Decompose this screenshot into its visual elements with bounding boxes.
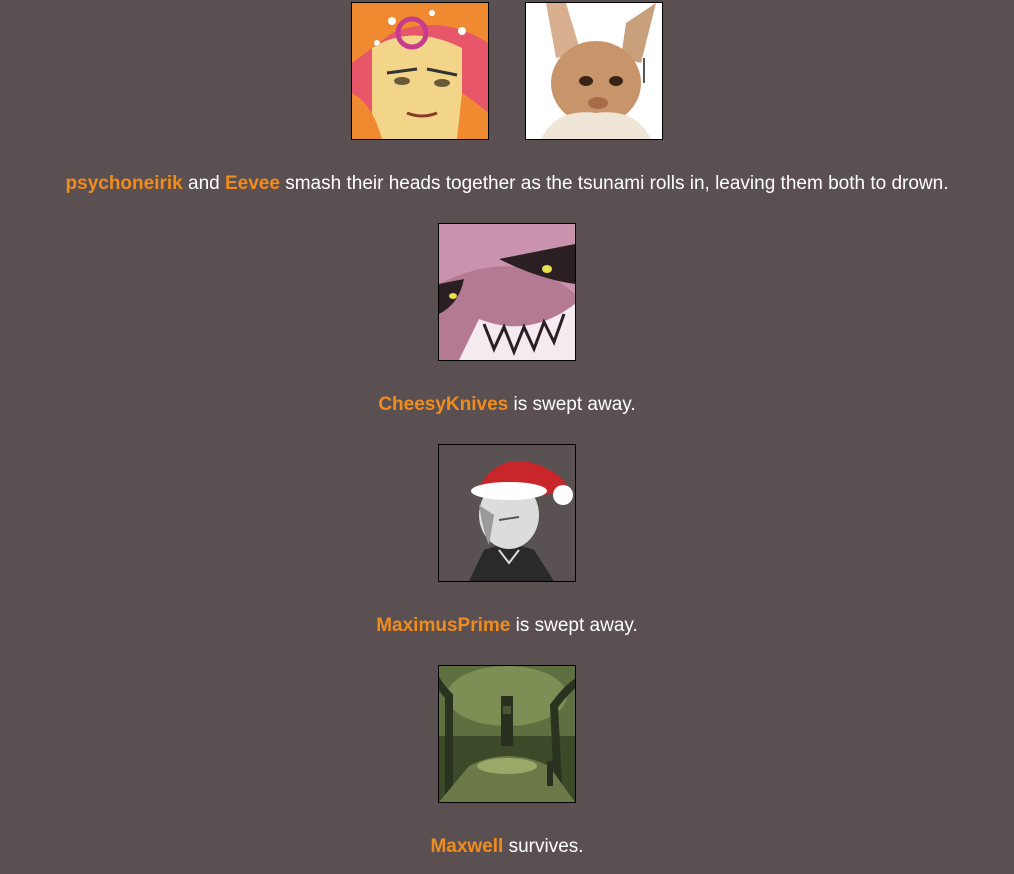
player-name: Eevee	[225, 173, 280, 194]
event-description: survives.	[508, 836, 584, 857]
anime-portrait-icon	[352, 3, 488, 139]
event-2-text: CheesyKnives is swept away.	[0, 394, 1014, 416]
player-name: psychoneirik	[65, 173, 183, 194]
event-2-avatars	[0, 223, 1014, 361]
player-name: MaximusPrime	[376, 615, 511, 636]
event-description: is swept away.	[513, 394, 636, 415]
event-3-text: MaximusPrime is swept away.	[0, 615, 1014, 637]
avatar-maxwell	[438, 665, 576, 803]
santa-hat-character-icon	[439, 445, 575, 581]
connector-text: and	[188, 173, 220, 194]
avatar-psychoneirik	[351, 2, 489, 140]
avatar-cheesyknives	[438, 223, 576, 361]
grinning-mask-icon	[439, 224, 575, 360]
event-4-avatars	[0, 665, 1014, 803]
event-description: is swept away.	[515, 615, 638, 636]
event-description: smash their heads together as the tsunam…	[285, 173, 949, 194]
event-4-text: Maxwell survives.	[0, 836, 1014, 858]
avatar-maximusprime	[438, 444, 576, 582]
event-3-avatars	[0, 444, 1014, 582]
event-1-avatars	[0, 2, 1014, 140]
player-name: CheesyKnives	[378, 394, 509, 415]
furry-creature-icon	[526, 3, 662, 139]
player-name: Maxwell	[430, 836, 504, 857]
avatar-eevee	[525, 2, 663, 140]
event-1-text: psychoneirik and Eevee smash their heads…	[0, 173, 1014, 195]
forest-scene-icon	[439, 666, 575, 802]
